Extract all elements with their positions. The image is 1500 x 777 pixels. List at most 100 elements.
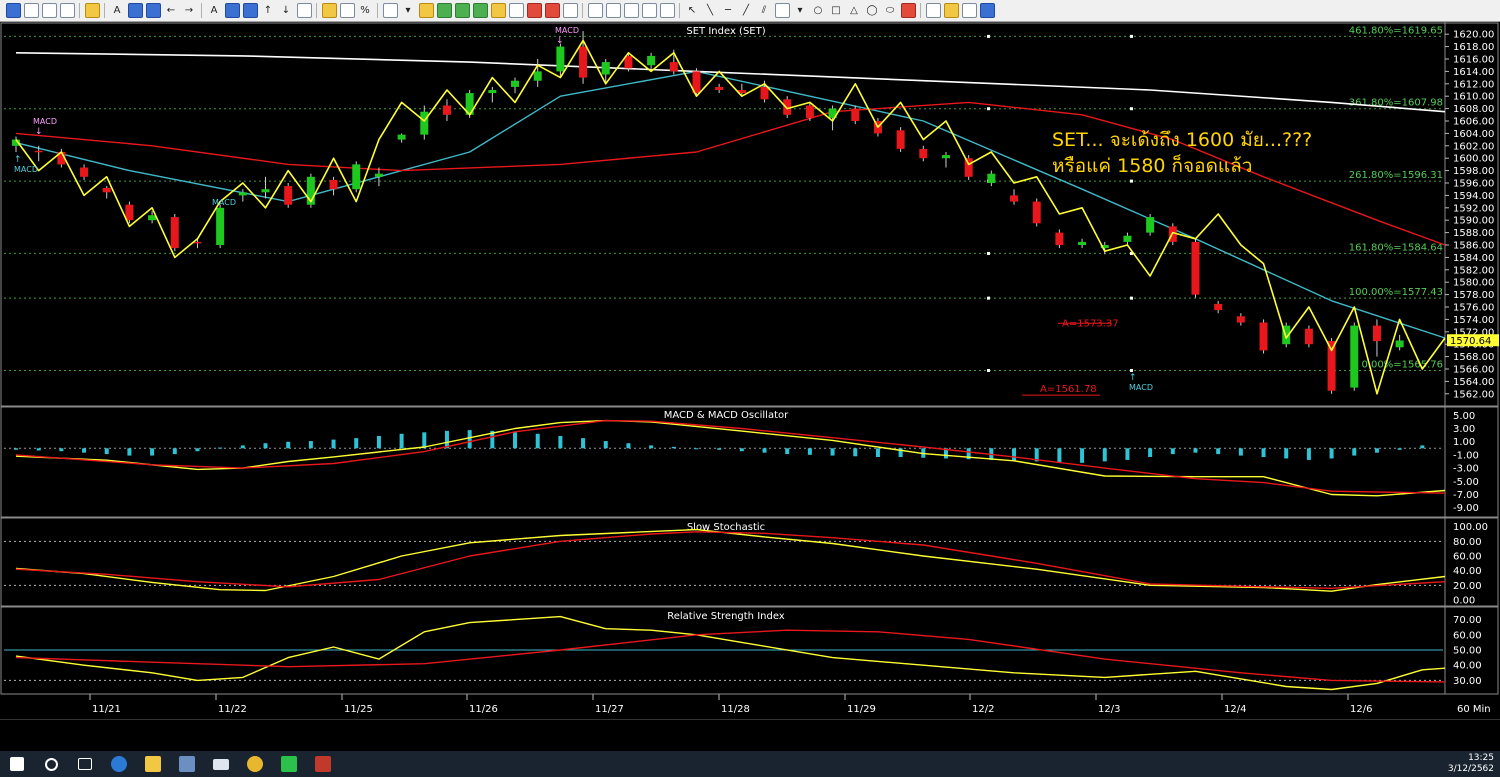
duplicate-icon[interactable] — [623, 3, 639, 18]
macd-oscillator-bar — [1397, 448, 1402, 450]
log-scale-icon[interactable] — [339, 3, 355, 18]
time-tick-label: 11/26 — [469, 704, 498, 715]
font-icon[interactable]: A — [110, 3, 125, 18]
toolbar: A ← → A ↑ ↓ % ▾ ↖ ╲ ─ ╱ ⫽ ▾ ○ □ △ ◯ ⬭ — [0, 0, 1500, 22]
circle-tool-icon[interactable]: ◯ — [865, 3, 880, 18]
hline-tool-icon[interactable]: ─ — [721, 3, 736, 18]
price-tick-label: 1568.00 — [1453, 352, 1494, 363]
dropdown-icon[interactable]: ▾ — [401, 3, 416, 18]
new-chart-icon[interactable] — [5, 3, 21, 18]
channel-tool-icon[interactable]: ⫽ — [757, 3, 772, 18]
cursor-icon[interactable]: ↖ — [685, 3, 700, 18]
fibonacci-icon[interactable] — [774, 3, 790, 18]
candle-body — [1123, 235, 1132, 242]
macd-oscillator-bar — [1216, 448, 1221, 455]
chart-canvas[interactable]: SET Index (SET) 1620.001618.00 1616.001614… — [0, 22, 1500, 719]
print-icon[interactable] — [59, 3, 75, 18]
percent-icon[interactable]: % — [358, 3, 373, 18]
macd-oscillator-bar — [195, 448, 200, 452]
macd-oscillator-bar — [739, 448, 744, 452]
macd-buy-marker: MACD — [1129, 383, 1153, 392]
candle-body — [919, 148, 928, 159]
time-tick-label: 12/3 — [1098, 704, 1120, 715]
draw-line-icon[interactable] — [321, 3, 337, 18]
macd-oscillator-bar — [1352, 448, 1357, 456]
candle-body — [34, 150, 43, 153]
candle-chart-icon[interactable] — [436, 3, 452, 18]
zoom-out-icon[interactable] — [145, 3, 161, 18]
search-icon[interactable] — [34, 751, 68, 777]
copy-icon[interactable] — [587, 3, 603, 18]
ellipse-tool-icon[interactable]: ○ — [811, 3, 826, 18]
paste-icon[interactable] — [605, 3, 621, 18]
task-view-icon[interactable] — [68, 751, 102, 777]
template-icon[interactable] — [562, 3, 578, 18]
trading-app-icon[interactable] — [306, 751, 340, 777]
scale-down-icon[interactable] — [242, 3, 258, 18]
start-button[interactable] — [0, 751, 34, 777]
delete-icon[interactable] — [526, 3, 542, 18]
chrome-icon[interactable] — [238, 751, 272, 777]
candle-body — [1304, 328, 1313, 345]
down-arrow-icon[interactable]: ↓ — [279, 3, 294, 18]
time-tick-label: 11/28 — [721, 704, 750, 715]
macd-buy-marker: MACD — [14, 165, 38, 174]
macd-oscillator-bar — [467, 430, 472, 449]
store-icon[interactable] — [170, 751, 204, 777]
line-app-icon[interactable] — [272, 751, 306, 777]
triangle-tool-icon[interactable]: △ — [847, 3, 862, 18]
clear-icon[interactable] — [544, 3, 560, 18]
clock[interactable]: 13:25 3/12/2562 — [1448, 753, 1494, 775]
macd-oscillator-bar — [376, 435, 381, 449]
layout-icon[interactable] — [41, 3, 57, 18]
bar-chart-icon[interactable] — [418, 3, 434, 18]
erase-icon[interactable] — [900, 3, 916, 18]
price-tick-label: 1574.00 — [1453, 315, 1494, 326]
help-icon[interactable] — [979, 3, 995, 18]
candle-body — [511, 80, 520, 87]
window-icon[interactable] — [641, 3, 657, 18]
up-arrow-icon[interactable]: ↑ — [261, 3, 276, 18]
area-chart-icon[interactable] — [472, 3, 488, 18]
dropdown-icon[interactable]: ▾ — [793, 3, 808, 18]
candle-body — [669, 62, 678, 72]
rsi-tick-label: 70.00 — [1453, 615, 1482, 626]
toolbar-separator — [679, 3, 680, 18]
macd-oscillator-bar — [1125, 448, 1130, 460]
macd-tick-label: 5.00 — [1453, 411, 1475, 422]
trend-tool-icon[interactable]: ╱ — [739, 3, 754, 18]
macd-oscillator-bar — [581, 438, 586, 449]
refresh-icon[interactable] — [382, 3, 398, 18]
line-tool-icon[interactable]: ╲ — [703, 3, 718, 18]
macd-oscillator-bar — [671, 446, 676, 449]
candle-body — [170, 217, 179, 249]
grid-icon[interactable] — [296, 3, 312, 18]
compare-icon[interactable] — [508, 3, 524, 18]
chart-area[interactable]: SET Index (SET) 1620.00 1618.00 1616.00 1614… — [0, 22, 1500, 719]
settings-icon[interactable] — [961, 3, 977, 18]
price-tick-label: 1564.00 — [1453, 377, 1494, 388]
macd-oscillator-bar — [14, 448, 18, 450]
edge-icon[interactable] — [102, 751, 136, 777]
line-chart-icon[interactable] — [454, 3, 470, 18]
arrow-left-icon[interactable]: ← — [164, 3, 179, 18]
ellipse2-tool-icon[interactable]: ⬭ — [883, 3, 898, 18]
folder-icon[interactable] — [943, 3, 959, 18]
text-icon[interactable]: A — [207, 3, 222, 18]
zoom-in-icon[interactable] — [127, 3, 143, 18]
explorer-icon[interactable] — [136, 751, 170, 777]
macd-oscillator-bar — [1374, 448, 1379, 453]
macd-tick-label: 1.00 — [1453, 437, 1475, 448]
indicator-icon[interactable] — [490, 3, 506, 18]
home-icon[interactable] — [84, 3, 100, 18]
price-tick-label: 1602.00 — [1453, 141, 1494, 152]
arrow-right-icon[interactable]: → — [182, 3, 197, 18]
macd-oscillator-bar — [649, 445, 654, 449]
candle-body — [647, 55, 656, 66]
rectangle-tool-icon[interactable]: □ — [829, 3, 844, 18]
scale-up-icon[interactable] — [224, 3, 240, 18]
open-icon[interactable] — [23, 3, 39, 18]
mail-icon[interactable] — [204, 751, 238, 777]
tile-icon[interactable] — [659, 3, 675, 18]
table-icon[interactable] — [925, 3, 941, 18]
